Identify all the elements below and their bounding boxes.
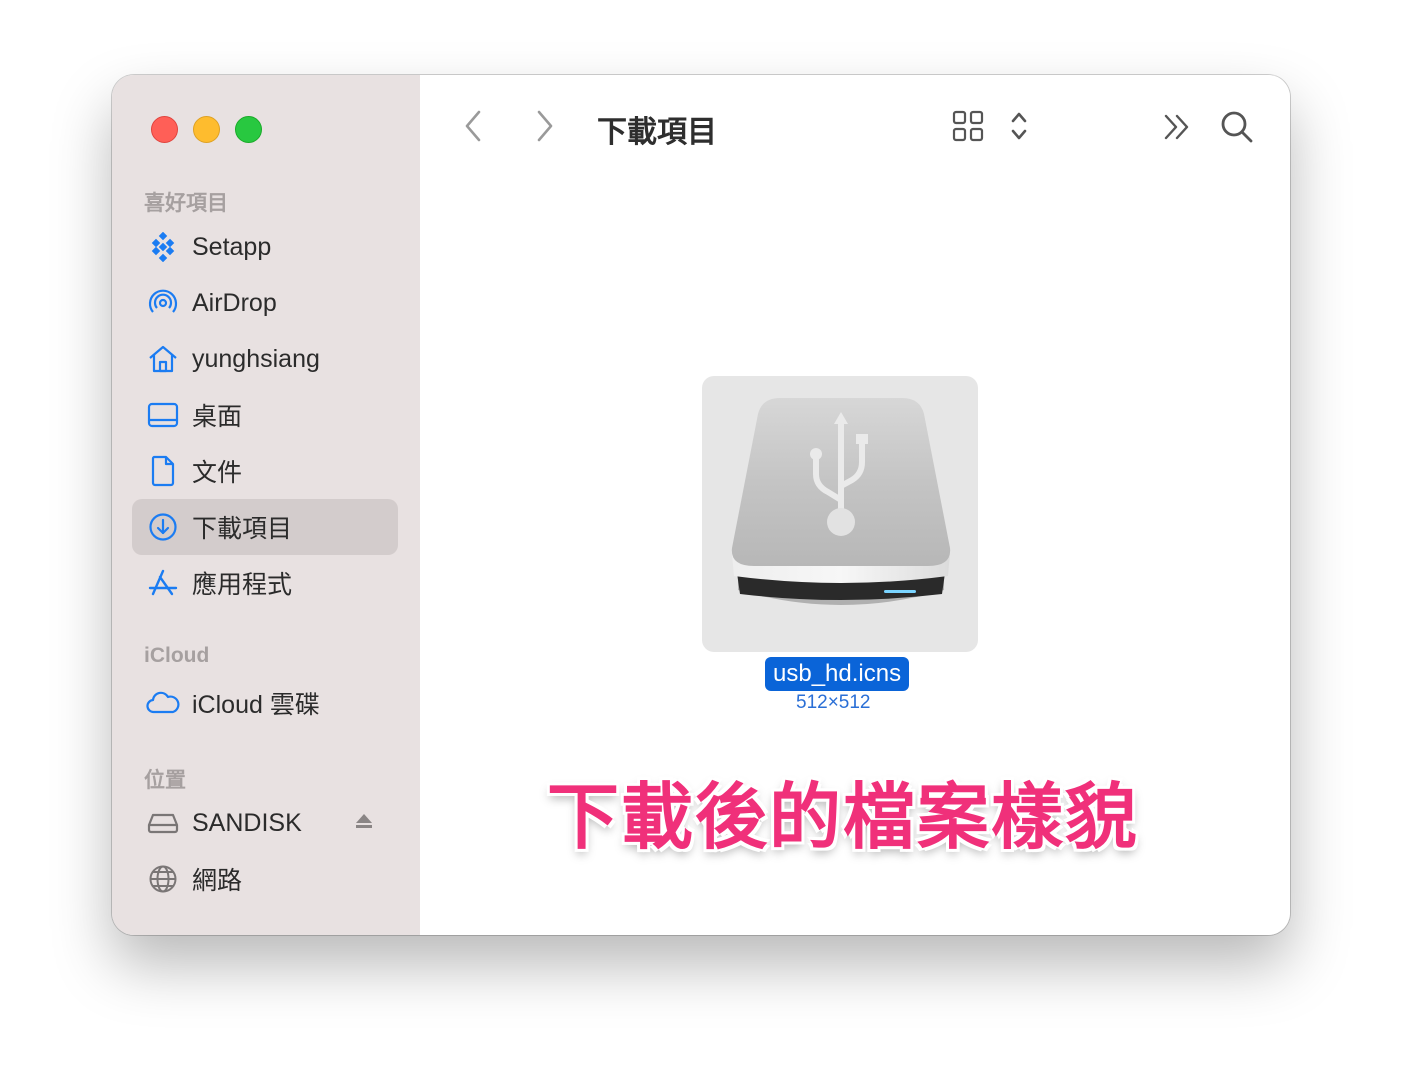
network-icon <box>146 862 180 896</box>
back-chevron-icon[interactable] <box>462 109 486 143</box>
content-area: 下載項目 usb_hd.icns 512×512 下載後的檔案樣貌 <box>420 75 1290 935</box>
sidebar-item-home[interactable]: yunghsiang <box>132 331 398 387</box>
sidebar-item-label: 文件 <box>192 459 243 487</box>
sidebar-item-label: Setapp <box>192 232 272 261</box>
sidebar-item-desktop[interactable]: 桌面 <box>132 387 398 443</box>
zoom-button[interactable] <box>235 116 262 143</box>
sidebar-item-downloads[interactable]: 下載項目 <box>132 499 398 555</box>
download-icon <box>146 510 180 544</box>
document-icon <box>146 454 180 488</box>
toolbar-title: 下載項目 <box>597 116 717 149</box>
traffic-lights <box>151 116 262 143</box>
sort-updown-icon[interactable] <box>1009 110 1029 142</box>
home-icon <box>146 342 180 376</box>
sidebar-item-icloud-drive[interactable]: iCloud 雲碟 <box>132 675 398 731</box>
setapp-icon <box>146 230 180 264</box>
sidebar-item-airdrop[interactable]: AirDrop <box>132 275 398 331</box>
sidebar-item-label: iCloud 雲碟 <box>192 691 320 719</box>
usb-drive-icon <box>728 394 954 621</box>
forward-chevron-icon[interactable] <box>532 109 556 143</box>
desktop-icon <box>146 398 180 432</box>
sidebar-item-label: 下載項目 <box>192 515 293 543</box>
eject-icon[interactable] <box>354 811 374 836</box>
drive-icon <box>146 806 180 840</box>
sidebar-item-label: 網路 <box>192 867 243 895</box>
minimize-button[interactable] <box>193 116 220 143</box>
icloud-section-title: iCloud <box>144 644 210 667</box>
sidebar-item-applications[interactable]: 應用程式 <box>132 555 398 611</box>
locations-section-title: 位置 <box>144 769 186 792</box>
file-dimensions: 512×512 <box>796 692 871 713</box>
close-button[interactable] <box>151 116 178 143</box>
more-chevrons-icon[interactable] <box>1162 113 1192 141</box>
search-icon[interactable] <box>1220 110 1254 144</box>
favorites-section-title: 喜好項目 <box>144 192 228 215</box>
finder-window: 喜好項目 Setapp AirDrop yunghsiang 桌面 文件 下載項… <box>112 75 1290 935</box>
applications-icon <box>146 566 180 600</box>
caption-overlay: 下載後的檔案樣貌 <box>547 775 1140 859</box>
sidebar-item-network[interactable]: 網路 <box>132 851 398 907</box>
cloud-icon <box>146 686 180 720</box>
sidebar-item-label: 應用程式 <box>192 571 293 599</box>
airdrop-icon <box>146 286 180 320</box>
sidebar: 喜好項目 Setapp AirDrop yunghsiang 桌面 文件 下載項… <box>112 75 421 935</box>
grid-view-icon[interactable] <box>952 110 984 142</box>
sidebar-item-label: AirDrop <box>192 288 277 317</box>
sidebar-item-setapp[interactable]: Setapp <box>132 219 398 275</box>
sidebar-item-documents[interactable]: 文件 <box>132 443 398 499</box>
file-item[interactable] <box>702 376 978 652</box>
sidebar-item-label: SANDISK <box>192 808 302 837</box>
sidebar-item-sandisk[interactable]: SANDISK <box>132 795 398 851</box>
sidebar-item-label: yunghsiang <box>192 344 320 373</box>
file-name-label[interactable]: usb_hd.icns <box>765 657 910 691</box>
sidebar-item-label: 桌面 <box>192 403 243 431</box>
